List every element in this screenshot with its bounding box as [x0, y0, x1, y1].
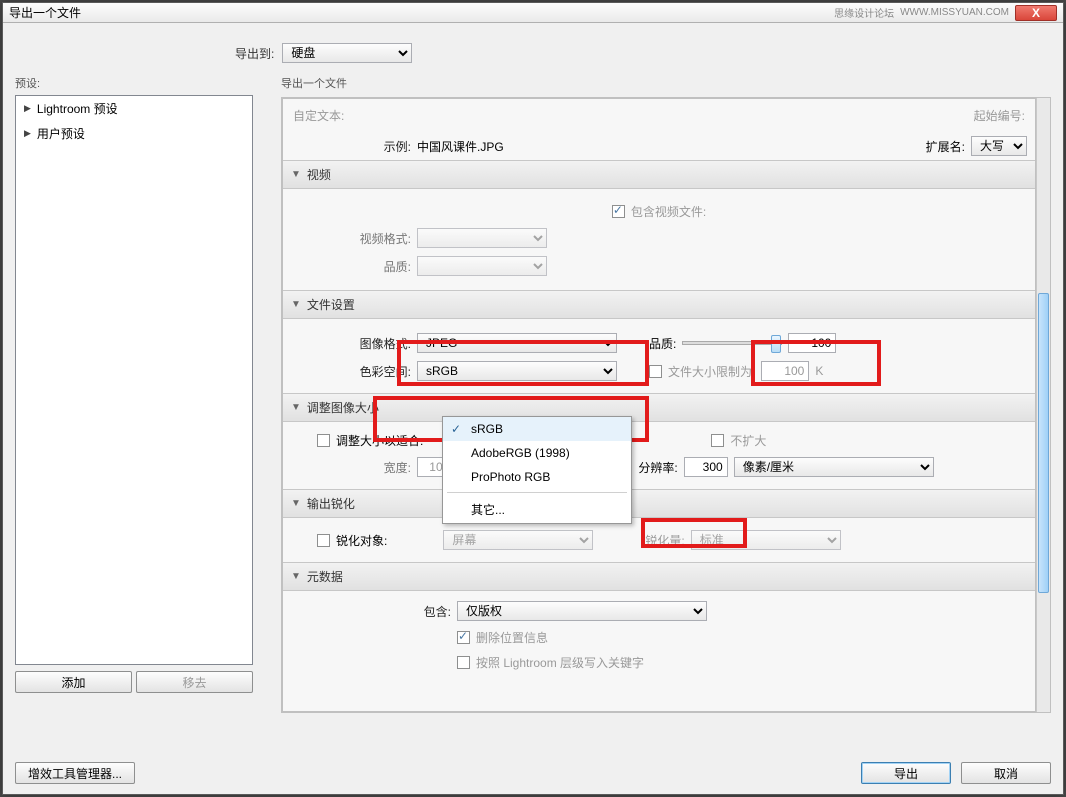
section-file-settings-header[interactable]: ▼ 文件设置 [283, 290, 1035, 319]
close-icon: X [1032, 6, 1040, 20]
video-quality-select [417, 256, 547, 276]
limit-filesize-label: 文件大小限制为: [668, 363, 755, 380]
color-space-dropdown-popup: sRGB AdobeRGB (1998) ProPhoto RGB 其它... [442, 416, 632, 524]
extension-select[interactable]: 大写 [971, 136, 1027, 156]
quality-input[interactable] [788, 333, 836, 353]
dropdown-option-srgb[interactable]: sRGB [443, 417, 631, 441]
section-video-header[interactable]: ▼ 视频 [283, 160, 1035, 189]
write-keywords-checkbox[interactable] [457, 656, 470, 669]
preset-item-label: Lightroom 预设 [37, 100, 118, 117]
include-video-checkbox[interactable] [612, 205, 625, 218]
chevron-down-icon: ▼ [291, 169, 301, 180]
section-sharpen-label: 输出锐化 [307, 495, 355, 512]
limit-filesize-unit: K [815, 364, 823, 378]
sharpen-amount-select: 标准 [691, 530, 841, 550]
quality-slider[interactable] [682, 341, 782, 345]
chevron-right-icon: ▶ [24, 128, 31, 139]
sharpen-amount-label: 锐化量: [645, 532, 684, 549]
image-format-select[interactable]: JPEG [417, 333, 617, 353]
limit-filesize-input [761, 361, 809, 381]
video-quality-label: 品质: [291, 258, 411, 275]
preset-remove-button[interactable]: 移去 [136, 671, 253, 693]
preset-label: 预设: [15, 73, 253, 93]
start-number-label: 起始编号: [974, 109, 1025, 123]
video-format-select [417, 228, 547, 248]
remove-location-checkbox[interactable] [457, 631, 470, 644]
sharpen-target-label: 锐化对象: [336, 532, 387, 549]
section-resize-header[interactable]: ▼ 调整图像大小 [283, 393, 1035, 422]
metadata-include-select[interactable]: 仅版权 [457, 601, 707, 621]
sharpen-target-select: 屏幕 [443, 530, 593, 550]
chevron-down-icon: ▼ [291, 402, 301, 413]
video-format-label: 视频格式: [291, 230, 411, 247]
preset-item-lightroom[interactable]: ▶ Lightroom 预设 [16, 96, 252, 121]
export-dialog: 导出一个文件 思缘设计论坛 WWW.MISSYUAN.COM X 导出到: 硬盘… [2, 2, 1064, 795]
close-button[interactable]: X [1015, 5, 1057, 21]
dropdown-separator [447, 492, 627, 493]
section-file-settings-label: 文件设置 [307, 296, 355, 313]
export-button[interactable]: 导出 [861, 762, 951, 784]
chevron-down-icon: ▼ [291, 571, 301, 582]
cancel-button[interactable]: 取消 [961, 762, 1051, 784]
titlebar: 导出一个文件 思缘设计论坛 WWW.MISSYUAN.COM X [3, 3, 1063, 23]
scrollbar-thumb[interactable] [1038, 293, 1049, 593]
write-keywords-label: 按照 Lightroom 层级写入关键字 [476, 654, 644, 671]
example-value: 中国风课件.JPG [417, 138, 504, 155]
color-space-label: 色彩空间: [291, 363, 411, 380]
resolution-input[interactable] [684, 457, 728, 477]
export-to-select[interactable]: 硬盘 [282, 43, 412, 63]
metadata-include-label: 包含: [291, 603, 451, 620]
preset-item-label: 用户预设 [37, 125, 85, 142]
settings-scroll-area: 自定文本: 起始编号: 示例: 中国风课件.JPG 扩展名: 大写 ▼ [281, 97, 1051, 713]
resolution-label: 分辨率: [638, 459, 677, 476]
section-metadata-header[interactable]: ▼ 元数据 [283, 562, 1035, 591]
window-title: 导出一个文件 [9, 4, 81, 21]
section-sharpen-header[interactable]: ▼ 输出锐化 [283, 489, 1035, 518]
chevron-down-icon: ▼ [291, 299, 301, 310]
custom-text-label: 自定文本: [293, 109, 344, 123]
preset-item-user[interactable]: ▶ 用户预设 [16, 121, 252, 146]
dropdown-option-other[interactable]: 其它... [443, 496, 631, 523]
watermark-text-1: 思缘设计论坛 [834, 5, 894, 20]
no-enlarge-label: 不扩大 [730, 432, 766, 449]
example-label: 示例: [291, 138, 411, 155]
fade-overlay [283, 693, 1021, 711]
limit-filesize-checkbox[interactable] [649, 365, 662, 378]
watermark-text-2: WWW.MISSYUAN.COM [900, 7, 1009, 18]
width-label: 宽度: [291, 459, 411, 476]
preset-tree[interactable]: ▶ Lightroom 预设 ▶ 用户预设 [15, 95, 253, 665]
chevron-down-icon: ▼ [291, 498, 301, 509]
remove-location-label: 删除位置信息 [476, 629, 548, 646]
quality-label: 品质: [649, 335, 676, 352]
plugin-manager-button[interactable]: 增效工具管理器... [15, 762, 135, 784]
chevron-right-icon: ▶ [24, 103, 31, 114]
vertical-scrollbar[interactable] [1036, 98, 1050, 712]
section-metadata-label: 元数据 [307, 568, 343, 585]
dropdown-option-prophoto[interactable]: ProPhoto RGB [443, 465, 631, 489]
include-video-label: 包含视频文件: [631, 203, 706, 220]
resolution-unit-select[interactable]: 像素/厘米 [734, 457, 934, 477]
right-panel-header: 导出一个文件 [281, 73, 1051, 97]
resize-fit-checkbox[interactable] [317, 434, 330, 447]
slider-knob[interactable] [771, 335, 781, 353]
resize-fit-label: 调整大小以适合: [336, 432, 423, 449]
image-format-label: 图像格式: [291, 335, 411, 352]
color-space-select[interactable]: sRGB [417, 361, 617, 381]
extension-label: 扩展名: [926, 138, 965, 155]
dropdown-option-adobergb[interactable]: AdobeRGB (1998) [443, 441, 631, 465]
section-resize-label: 调整图像大小 [307, 399, 379, 416]
preset-add-button[interactable]: 添加 [15, 671, 132, 693]
sharpen-checkbox[interactable] [317, 534, 330, 547]
export-to-label: 导出到: [235, 45, 274, 62]
no-enlarge-checkbox[interactable] [711, 434, 724, 447]
section-video-label: 视频 [307, 166, 331, 183]
